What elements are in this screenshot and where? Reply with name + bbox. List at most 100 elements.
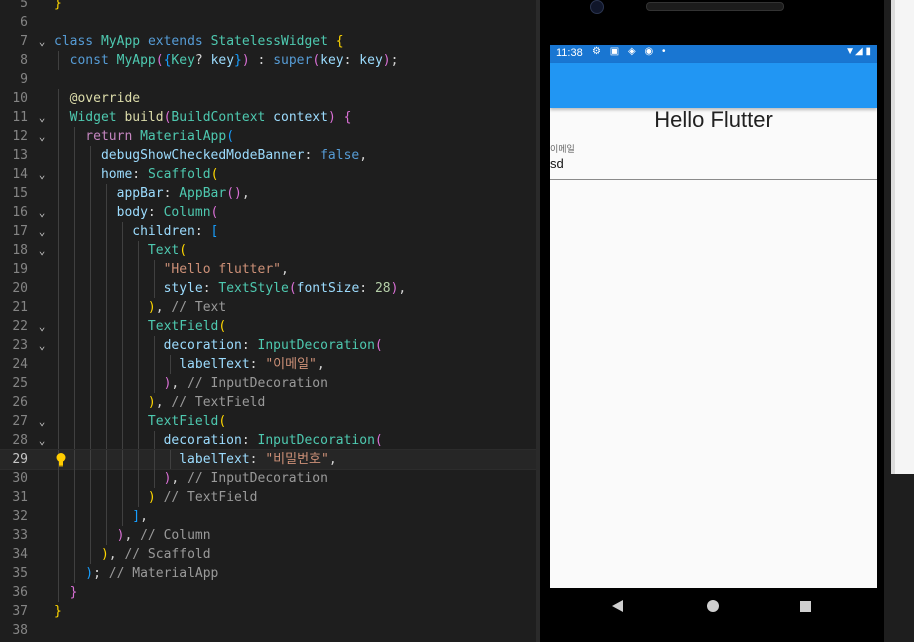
code-line[interactable]: 37} — [0, 602, 536, 621]
line-number: 33 — [12, 528, 28, 543]
status-bar: 11:38 ⚙ ▣ ◈ ◉ • ▼◢ ▮ — [550, 45, 877, 63]
line-number: 23 — [12, 338, 28, 353]
code-line[interactable]: 5} — [0, 0, 536, 13]
line-number: 31 — [12, 490, 28, 505]
code-line[interactable]: 19 "Hello flutter", — [0, 260, 536, 279]
line-number: 36 — [12, 585, 28, 600]
code-text: } — [54, 0, 62, 11]
code-line[interactable]: 7 ⌄ class MyApp extends StatelessWidget { — [0, 32, 536, 51]
fold-chevron-icon[interactable]: ⌄ — [36, 32, 48, 51]
code-text: decoration: InputDecoration( — [54, 338, 383, 353]
code-line[interactable]: 16 ⌄ body: Column( — [0, 203, 536, 222]
code-line[interactable]: 30 ), // InputDecoration — [0, 469, 536, 488]
code-line[interactable]: 31 ) // TextField — [0, 488, 536, 507]
line-number: 35 — [12, 566, 28, 581]
code-line[interactable]: 36 } — [0, 583, 536, 602]
side-window-edge — [895, 0, 914, 474]
code-text: ) // TextField — [54, 490, 258, 505]
earpiece-speaker — [646, 2, 784, 11]
code-text: ), // Scaffold — [54, 547, 211, 562]
code-text: } — [54, 604, 62, 619]
code-line[interactable]: 35 ); // MaterialApp — [0, 564, 536, 583]
fold-chevron-icon[interactable]: ⌄ — [36, 241, 48, 260]
code-text: ), // TextField — [54, 395, 266, 410]
code-line[interactable]: 11 ⌄ Widget build(BuildContext context) { — [0, 108, 536, 127]
code-line[interactable]: 6 — [0, 13, 536, 32]
line-number: 30 — [12, 471, 28, 486]
line-number: 5 — [20, 0, 28, 11]
code-line[interactable]: 32 ], — [0, 507, 536, 526]
code-line[interactable]: 15 appBar: AppBar(), — [0, 184, 536, 203]
line-number: 22 — [12, 319, 28, 334]
line-number: 25 — [12, 376, 28, 391]
status-time: 11:38 — [556, 47, 583, 59]
fold-chevron-icon[interactable]: ⌄ — [36, 336, 48, 355]
code-text: decoration: InputDecoration( — [54, 433, 383, 448]
code-line[interactable]: 33 ), // Column — [0, 526, 536, 545]
code-line[interactable]: 26 ), // TextField — [0, 393, 536, 412]
code-line[interactable]: 17 ⌄ children: [ — [0, 222, 536, 241]
fold-chevron-icon[interactable]: ⌄ — [36, 108, 48, 127]
recent-square-icon[interactable] — [800, 601, 811, 612]
code-line[interactable]: 21 ), // Text — [0, 298, 536, 317]
code-text: ); // MaterialApp — [54, 566, 219, 581]
code-text: labelText: "비밀번호", — [54, 452, 337, 467]
fold-chevron-icon[interactable]: ⌄ — [36, 165, 48, 184]
front-camera-icon — [590, 0, 604, 14]
code-line[interactable]: 29 labelText: "비밀번호", — [0, 449, 536, 470]
code-line[interactable]: 27 ⌄ TextField( — [0, 412, 536, 431]
code-line[interactable]: 9 — [0, 70, 536, 89]
code-text: return MaterialApp( — [54, 129, 235, 144]
code-line[interactable]: 24 labelText: "이메일", — [0, 355, 536, 374]
code-text: const MyApp({Key? key}) : super(key: key… — [54, 53, 399, 68]
fold-chevron-icon[interactable]: ⌄ — [36, 431, 48, 450]
code-line[interactable]: 12 ⌄ return MaterialApp( — [0, 127, 536, 146]
back-triangle-icon[interactable] — [612, 600, 623, 612]
email-field-label: 이메일 — [550, 144, 575, 154]
line-number: 7 — [20, 34, 28, 49]
fold-chevron-icon[interactable]: ⌄ — [36, 203, 48, 222]
code-line[interactable]: 34 ), // Scaffold — [0, 545, 536, 564]
email-field[interactable]: sd — [550, 156, 564, 171]
line-number: 21 — [12, 300, 28, 315]
device-screen[interactable]: 11:38 ⚙ ▣ ◈ ◉ • ▼◢ ▮ Hello Flutter 이메일 s… — [550, 45, 877, 588]
fold-chevron-icon[interactable]: ⌄ — [36, 127, 48, 146]
code-line[interactable]: 38 — [0, 621, 536, 640]
home-circle-icon[interactable] — [707, 600, 719, 612]
code-text: ), // InputDecoration — [54, 376, 328, 391]
code-line[interactable]: 23 ⌄ decoration: InputDecoration( — [0, 336, 536, 355]
fold-chevron-icon[interactable]: ⌄ — [36, 317, 48, 336]
code-line[interactable]: 22 ⌄ TextField( — [0, 317, 536, 336]
code-line[interactable]: 10 @override — [0, 89, 536, 108]
code-text: labelText: "이메일", — [54, 357, 325, 372]
code-line[interactable]: 25 ), // InputDecoration — [0, 374, 536, 393]
code-text: "Hello flutter", — [54, 262, 289, 277]
line-number: 16 — [12, 205, 28, 220]
fold-chevron-icon[interactable]: ⌄ — [36, 412, 48, 431]
line-number: 17 — [12, 224, 28, 239]
code-text: style: TextStyle(fontSize: 28), — [54, 281, 407, 296]
code-text: TextField( — [54, 319, 227, 334]
line-number: 18 — [12, 243, 28, 258]
code-editor[interactable]: 5} 6 7 ⌄ class MyApp extends StatelessWidget… — [0, 0, 536, 642]
line-number: 10 — [12, 91, 28, 106]
line-number: 13 — [12, 148, 28, 163]
code-line[interactable]: 28 ⌄ decoration: InputDecoration( — [0, 431, 536, 450]
code-line[interactable]: 8 const MyApp({Key? key}) : super(key: k… — [0, 51, 536, 70]
code-line[interactable]: 13 debugShowCheckedModeBanner: false, — [0, 146, 536, 165]
fold-chevron-icon[interactable]: ⌄ — [36, 222, 48, 241]
code-text: TextField( — [54, 414, 227, 429]
android-emulator: 11:38 ⚙ ▣ ◈ ◉ • ▼◢ ▮ Hello Flutter 이메일 s… — [540, 0, 884, 642]
code-line[interactable]: 20 style: TextStyle(fontSize: 28), — [0, 279, 536, 298]
line-number: 12 — [12, 129, 28, 144]
code-line[interactable]: 18 ⌄ Text( — [0, 241, 536, 260]
notification-icons: ⚙ ▣ ◈ ◉ • — [592, 46, 669, 57]
code-text: Text( — [54, 243, 188, 258]
code-text: debugShowCheckedModeBanner: false, — [54, 148, 368, 163]
line-number: 37 — [12, 604, 28, 619]
code-text: ], — [54, 509, 148, 524]
email-field-underline — [550, 179, 877, 180]
code-line[interactable]: 14 ⌄ home: Scaffold( — [0, 165, 536, 184]
signal-battery-icon: ▼◢ ▮ — [845, 46, 871, 57]
code-text: ), // Text — [54, 300, 227, 315]
